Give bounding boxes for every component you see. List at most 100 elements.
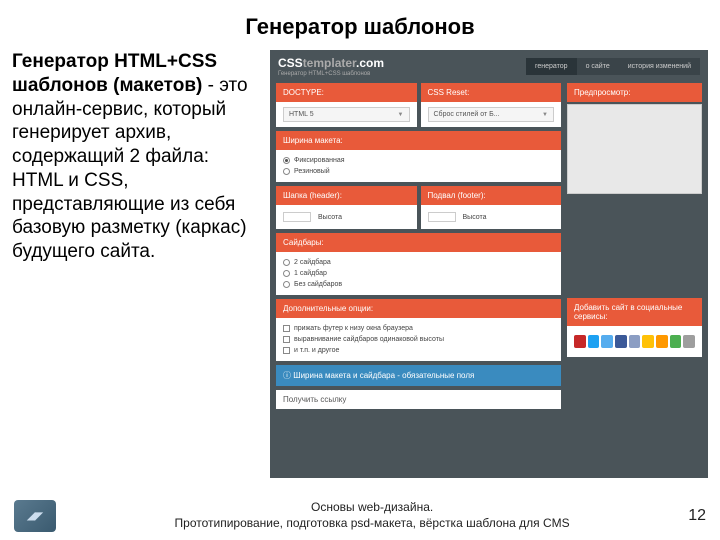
info-icon: ⓘ — [283, 371, 293, 380]
height-row: Высота — [428, 210, 555, 224]
desc-rest: - это онлайн-сервис, который генерирует … — [12, 75, 248, 262]
head-social: Добавить сайт в социальные сервисы: — [567, 298, 702, 326]
head-extra: Дополнительные опции: — [276, 299, 561, 318]
footer-line2: Прототипирование, подготовка psd-макета,… — [56, 516, 688, 532]
panel-extra: Дополнительные опции: прижать футер к ни… — [276, 299, 561, 361]
nav-about[interactable]: о сайте — [577, 58, 619, 75]
head-width: Ширина макета: — [276, 131, 561, 150]
select-doctype-val: HTML 5 — [289, 111, 314, 118]
body-width: Фиксированная Резиновый — [276, 150, 561, 182]
head-header: Шапка (header): — [276, 186, 417, 205]
panel-preview: Предпросмотр: — [567, 83, 702, 194]
opt-1side[interactable]: 1 сайдбар — [283, 268, 554, 279]
body-social — [567, 326, 702, 357]
note-bar: ⓘ Ширина макета и сайдбара - обязательны… — [276, 365, 561, 386]
opt-fluid[interactable]: Резиновый — [283, 166, 554, 177]
opt-label: 1 сайдбар — [294, 270, 327, 277]
slide-title: Генератор шаблонов — [0, 0, 720, 50]
logo-part1: CSS — [278, 56, 303, 70]
head-sidebars: Сайдбары: — [276, 233, 561, 252]
panel-sidebars: Сайдбары: 2 сайдбара 1 сайдбар Без сайдб… — [276, 233, 561, 295]
caret-icon: ▼ — [398, 112, 404, 118]
logo-part2: templater — [303, 56, 356, 70]
opt-ext1[interactable]: прижать футер к низу окна браузера — [283, 323, 554, 334]
height-label: Высота — [318, 214, 342, 221]
row-doctype-reset: DOCTYPE: HTML 5 ▼ CSS Reset: Сброс — [276, 83, 561, 127]
body-extra: прижать футер к низу окна браузера вырав… — [276, 318, 561, 361]
tagline: Генератор HTML+CSS шаблонов — [278, 71, 384, 77]
panel-footer: Подвал (footer): Высота — [421, 186, 562, 229]
opt-label: Фиксированная — [294, 157, 345, 164]
app-screenshot: CSStemplater.com Генератор HTML+CSS шабл… — [270, 50, 708, 478]
footer-text: Основы web-дизайна. Прототипирование, по… — [56, 500, 688, 531]
social-icon[interactable] — [574, 335, 586, 348]
app-body: DOCTYPE: HTML 5 ▼ CSS Reset: Сброс — [270, 83, 708, 409]
body-footer: Высота — [421, 205, 562, 229]
opt-ext2[interactable]: выравнивание сайдбаров одинаковой высоты — [283, 334, 554, 345]
head-doctype: DOCTYPE: — [276, 83, 417, 102]
opt-2side[interactable]: 2 сайдбара — [283, 257, 554, 268]
checkbox-icon — [283, 325, 290, 332]
social-icon[interactable] — [601, 335, 613, 348]
app-header: CSStemplater.com Генератор HTML+CSS шабл… — [270, 50, 708, 83]
opt-label: прижать футер к низу окна браузера — [294, 325, 413, 332]
opt-fixed[interactable]: Фиксированная — [283, 155, 554, 166]
radio-icon — [283, 270, 290, 277]
opt-label: Без сайдбаров — [294, 281, 342, 288]
social-icon[interactable] — [656, 335, 668, 348]
panel-reset: CSS Reset: Сброс стилей от Б... ▼ — [421, 83, 562, 127]
opt-0side[interactable]: Без сайдбаров — [283, 279, 554, 290]
panel-doctype: DOCTYPE: HTML 5 ▼ — [276, 83, 417, 127]
height-label: Высота — [463, 214, 487, 221]
description-text: Генератор HTML+CSS шаблонов (макетов) - … — [12, 50, 262, 478]
page-number: 12 — [688, 507, 706, 525]
head-footer: Подвал (footer): — [421, 186, 562, 205]
slide-footer: ◢◤ Основы web-дизайна. Прототипирование,… — [0, 496, 720, 540]
radio-icon — [283, 157, 290, 164]
radio-icon — [283, 259, 290, 266]
body-sidebars: 2 сайдбара 1 сайдбар Без сайдбаров — [276, 252, 561, 295]
social-icon[interactable] — [683, 335, 695, 348]
opt-label: Резиновый — [294, 168, 330, 175]
logo: CSStemplater.com — [278, 56, 384, 70]
checkbox-icon — [283, 336, 290, 343]
select-reset-val: Сброс стилей от Б... — [434, 111, 500, 118]
logo-block: CSStemplater.com Генератор HTML+CSS шабл… — [278, 56, 384, 77]
nav: генератор о сайте история изменений — [526, 58, 700, 75]
desc-bold: Генератор HTML+CSS шаблонов (макетов) — [12, 51, 217, 96]
panel-header: Шапка (header): Высота — [276, 186, 417, 229]
select-doctype[interactable]: HTML 5 ▼ — [283, 107, 410, 122]
note-text: Ширина макета и сайдбара - обязательные … — [293, 371, 474, 380]
height-input[interactable] — [428, 212, 456, 222]
head-preview: Предпросмотр: — [567, 83, 702, 102]
social-row — [574, 331, 695, 352]
checkbox-icon — [283, 347, 290, 354]
panel-width: Ширина макета: Фиксированная Резиновый — [276, 131, 561, 182]
body-header: Высота — [276, 205, 417, 229]
body-doctype: HTML 5 ▼ — [276, 102, 417, 127]
social-icon[interactable] — [629, 335, 641, 348]
main-col: DOCTYPE: HTML 5 ▼ CSS Reset: Сброс — [276, 83, 561, 409]
social-icon[interactable] — [642, 335, 654, 348]
opt-label: выравнивание сайдбаров одинаковой высоты — [294, 336, 444, 343]
get-link-button[interactable]: Получить ссылку — [276, 390, 561, 409]
radio-icon — [283, 281, 290, 288]
social-icon[interactable] — [670, 335, 682, 348]
preview-box — [567, 104, 702, 194]
nav-history[interactable]: история изменений — [619, 58, 700, 75]
content-row: Генератор HTML+CSS шаблонов (макетов) - … — [0, 50, 720, 478]
footer-line1: Основы web-дизайна. — [56, 500, 688, 516]
social-icon[interactable] — [588, 335, 600, 348]
select-reset[interactable]: Сброс стилей от Б... ▼ — [428, 107, 555, 122]
footer-logo-icon: ◢◤ — [14, 500, 56, 532]
head-reset: CSS Reset: — [421, 83, 562, 102]
opt-label: и т.п. и другое — [294, 347, 339, 354]
opt-ext3[interactable]: и т.п. и другое — [283, 345, 554, 356]
caret-icon: ▼ — [542, 112, 548, 118]
row-header-footer: Шапка (header): Высота Подвал (footer): … — [276, 186, 561, 229]
panel-social: Добавить сайт в социальные сервисы: — [567, 298, 702, 357]
height-input[interactable] — [283, 212, 311, 222]
nav-generator[interactable]: генератор — [526, 58, 577, 75]
social-icon[interactable] — [615, 335, 627, 348]
body-reset: Сброс стилей от Б... ▼ — [421, 102, 562, 127]
